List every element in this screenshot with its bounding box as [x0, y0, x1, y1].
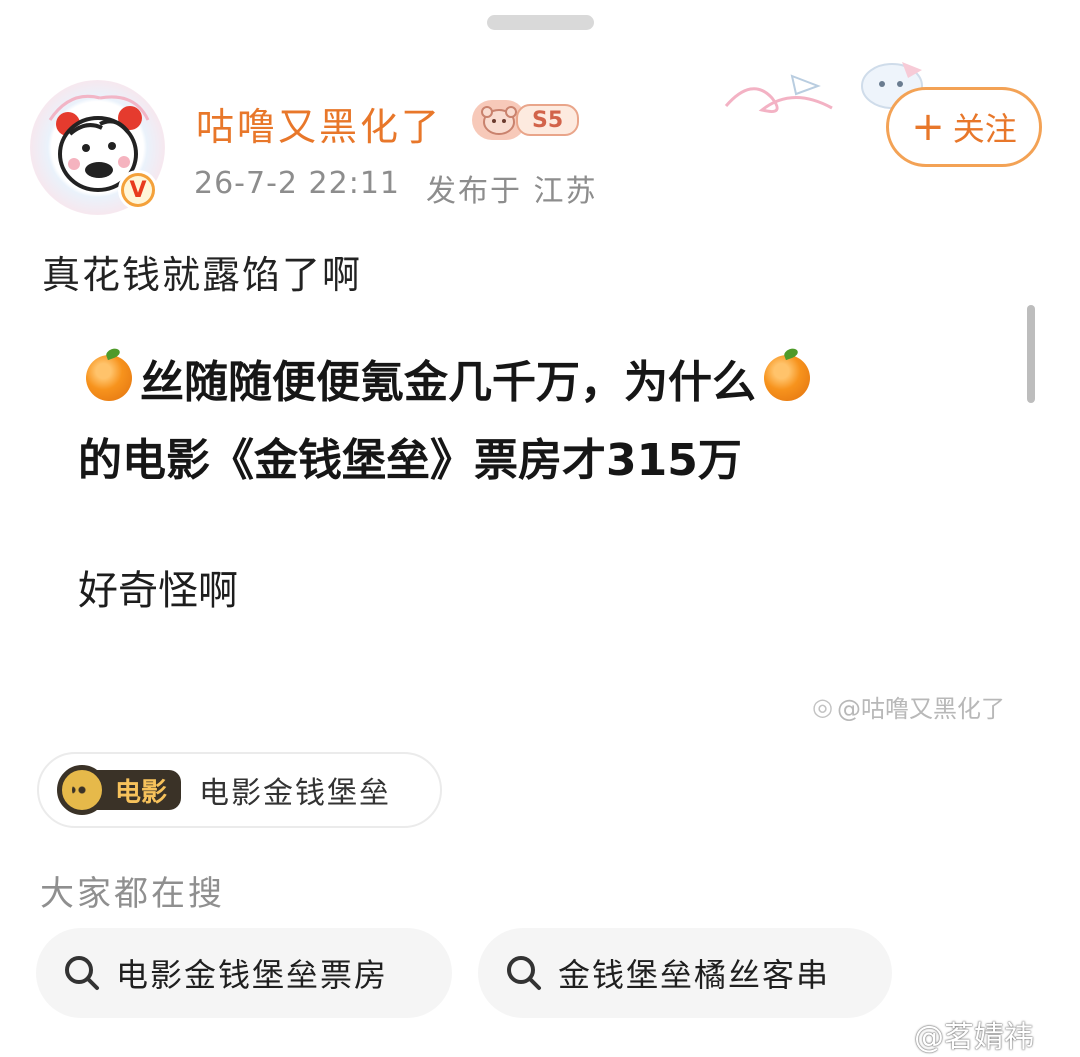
weibo-logo-icon: ◎: [812, 692, 833, 721]
post-location: 发布于 江苏: [426, 174, 598, 209]
search-suggestion-chip[interactable]: 金钱堡垒橘丝客串: [478, 928, 892, 1018]
embedded-line-1-text: 丝随随便便氪金几千万，为什么: [140, 357, 756, 408]
avatar[interactable]: V: [30, 80, 165, 215]
search-icon: [507, 956, 541, 990]
username[interactable]: 咕噜又黑化了: [196, 96, 442, 151]
topic-chip[interactable]: 电影 电影金钱堡垒: [37, 752, 442, 828]
post-text: 真花钱就露馅了啊: [42, 253, 363, 297]
orange-emoji-icon: [764, 355, 810, 401]
search-icon: [65, 956, 99, 990]
search-section-title: 大家都在搜: [40, 874, 225, 914]
topic-label: 电影金钱堡垒: [199, 776, 392, 811]
image-watermark: ◎ @咕噜又黑化了: [812, 689, 1005, 724]
image-watermark-text: @咕噜又黑化了: [836, 695, 1005, 723]
level-badge[interactable]: S5: [472, 100, 590, 140]
embedded-line-2: 的电影《金钱堡垒》票房才315万: [78, 435, 742, 486]
embedded-line-1: 丝随随便便氪金几千万，为什么: [78, 346, 818, 410]
orange-emoji-icon: [86, 355, 132, 401]
search-suggestion-chip[interactable]: 电影金钱堡垒票房: [36, 928, 452, 1018]
plus-icon: +: [911, 104, 945, 150]
footer-watermark: @茗婧祎: [914, 1020, 1034, 1055]
follow-label: 关注: [952, 110, 1017, 148]
search-suggestion-label: 电影金钱堡垒票房: [116, 956, 389, 994]
verified-mark: V: [124, 176, 152, 204]
drag-handle[interactable]: [487, 15, 594, 30]
post-detail-card: V 咕噜又黑化了 S5 26-7-2 22:11 发布于 江苏 + 关注 真花钱…: [0, 0, 1080, 1057]
film-reel-icon: [57, 765, 107, 815]
level-label: S5: [516, 104, 580, 136]
verified-v-icon: V: [118, 170, 158, 210]
post-time: 26-7-2 22:11: [194, 166, 400, 201]
search-suggestion-label: 金钱堡垒橘丝客串: [558, 956, 831, 994]
follow-button[interactable]: + 关注: [886, 87, 1042, 167]
embedded-line-3: 好奇怪啊: [78, 568, 238, 614]
embedded-image[interactable]: 丝随随便便氪金几千万，为什么 的电影《金钱堡垒》票房才315万 好奇怪啊: [40, 320, 1035, 720]
scrollbar[interactable]: [1027, 305, 1035, 403]
